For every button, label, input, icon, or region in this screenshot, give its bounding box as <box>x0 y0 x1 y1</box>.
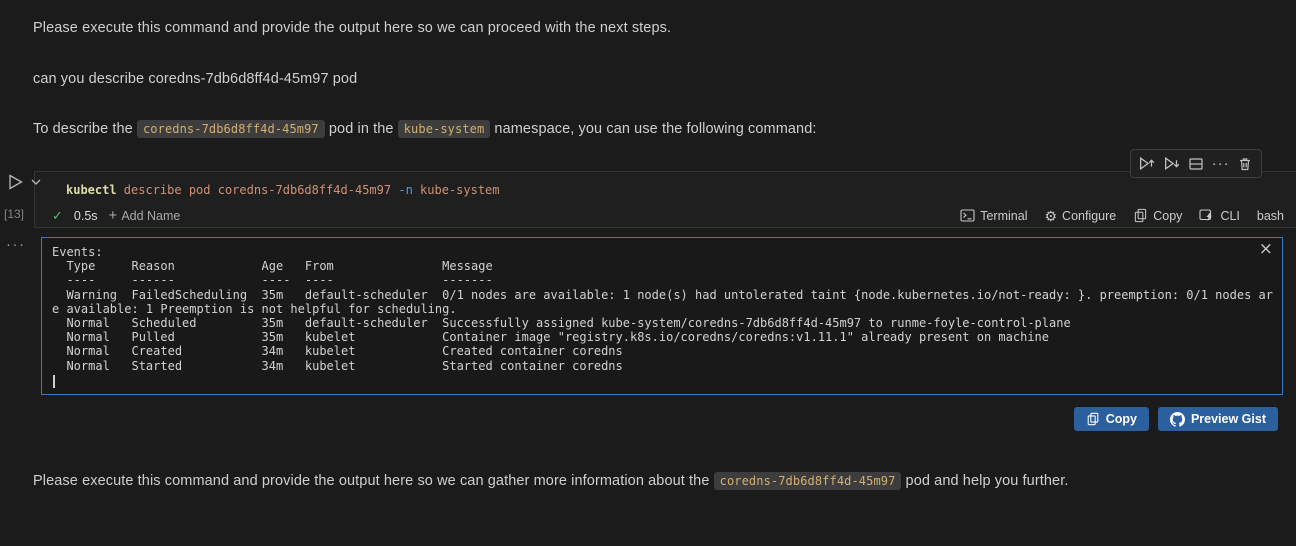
code-token-command: kubectl <box>66 183 124 197</box>
copy-icon <box>1087 412 1099 426</box>
notebook-page: Please execute this command and provide … <box>0 0 1296 546</box>
cell-code[interactable]: kubectl describe pod coredns-7db6d8ff4d-… <box>66 183 500 197</box>
terminal-output: Events: Type Reason Age From Message ---… <box>52 245 1273 373</box>
run-cell-and-below-icon[interactable] <box>1162 155 1180 173</box>
describe-middle: pod in the <box>324 121 398 137</box>
outro-suffix: pod and help you further. <box>901 473 1069 489</box>
add-name-button[interactable]: + Add Name <box>108 206 181 224</box>
cell-output: Events: Type Reason Age From Message ---… <box>41 237 1283 395</box>
code-token-flag: -n <box>398 183 421 197</box>
describe-prefix: To describe the <box>33 121 137 137</box>
assistant-message-outro: Please execute this command and provide … <box>33 472 1068 490</box>
terminal-button[interactable]: Terminal <box>960 208 1027 223</box>
copy-cell-button[interactable]: Copy <box>1133 208 1182 223</box>
delete-cell-icon[interactable] <box>1236 155 1254 173</box>
inline-code-pod-name-2: coredns-7db6d8ff4d-45m97 <box>713 472 902 490</box>
describe-suffix: namespace, you can use the following com… <box>490 121 817 137</box>
preview-gist-button[interactable]: Preview Gist <box>1157 407 1278 431</box>
cell-status-bar: ✓ 0.5s + Add Name Terminal ⚙ Configure Co… <box>34 203 1296 228</box>
cli-icon <box>1199 209 1213 221</box>
run-cell-and-above-icon[interactable] <box>1138 155 1156 173</box>
close-output-icon[interactable]: × <box>1259 241 1273 258</box>
user-message: can you describe coredns-7db6d8ff4d-45m9… <box>33 71 358 87</box>
code-token-value: kube-system <box>420 183 500 197</box>
more-actions-icon[interactable]: ··· <box>1212 155 1230 173</box>
outro-prefix: Please execute this command and provide … <box>33 473 714 489</box>
success-check-icon: ✓ <box>52 207 63 223</box>
run-cell-button[interactable] <box>7 172 45 195</box>
terminal-cursor <box>53 375 55 388</box>
chevron-down-icon <box>31 179 41 185</box>
copy-output-button[interactable]: Copy <box>1073 407 1149 431</box>
assistant-message-intro: Please execute this command and provide … <box>33 20 672 36</box>
output-menu-icon[interactable]: ··· <box>6 236 26 253</box>
github-icon <box>1169 411 1185 427</box>
terminal-icon <box>960 209 975 222</box>
cli-button[interactable]: CLI <box>1199 208 1240 223</box>
configure-button[interactable]: ⚙ Configure <box>1044 209 1116 223</box>
copy-icon <box>1135 208 1147 223</box>
execution-count: [13] <box>4 207 25 221</box>
assistant-message-describe: To describe the coredns-7db6d8ff4d-45m97… <box>33 120 817 138</box>
inline-code-pod-name: coredns-7db6d8ff4d-45m97 <box>136 120 325 138</box>
execution-duration: 0.5s <box>73 208 98 223</box>
gear-icon: ⚙ <box>1044 207 1058 224</box>
inline-code-namespace: kube-system <box>397 120 491 138</box>
cell-toolbar: ··· <box>1130 149 1262 178</box>
output-actions: Copy Preview Gist <box>1073 407 1278 431</box>
split-cell-icon[interactable] <box>1187 155 1205 173</box>
language-selector[interactable]: bash <box>1257 209 1284 223</box>
plus-icon: + <box>108 206 118 224</box>
code-token-args: describe pod coredns-7db6d8ff4d-45m97 <box>123 183 399 197</box>
